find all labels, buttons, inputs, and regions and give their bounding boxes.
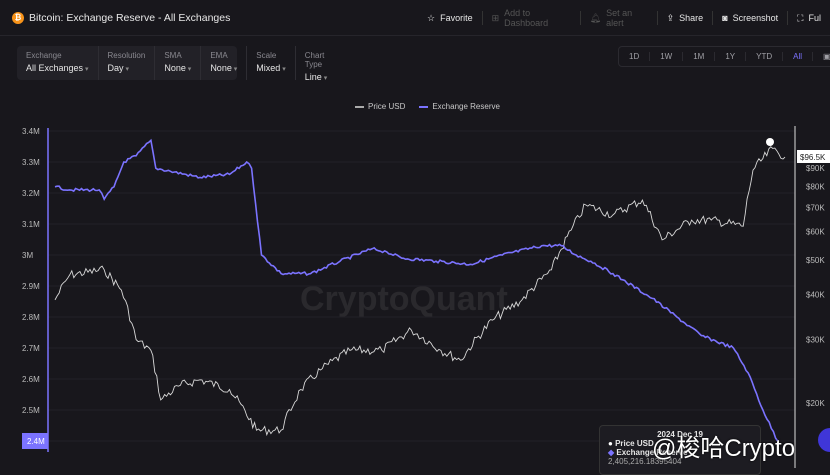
left-axis-tick: 2.9M (22, 282, 40, 291)
right-axis-tick: $70K (806, 203, 825, 212)
right-axis-tick: $60K (806, 227, 825, 236)
price-line (54, 146, 786, 437)
right-axis-tick: $20K (806, 399, 825, 408)
left-axis-tick: 3.3M (22, 158, 40, 167)
right-axis-tick: $80K (806, 182, 825, 191)
price-peak-marker (766, 138, 774, 146)
current-price-label: $96.5K (800, 153, 826, 162)
right-axis-tick: $40K (806, 291, 825, 300)
left-axis-tick: 3.2M (22, 189, 40, 198)
left-axis-tick: 3M (22, 251, 33, 260)
right-axis-tick: $50K (806, 256, 825, 265)
left-axis-tick: 3.4M (22, 127, 40, 136)
right-axis-tick: $30K (806, 336, 825, 345)
left-axis-tick: 3.1M (22, 220, 40, 229)
chart[interactable]: 3.4M 3.3M 3.2M 3.1M 3M 2.9M 2.8M 2.7M 2.6M 2.5M 2.… (0, 0, 830, 468)
left-axis-tick: 2.6M (22, 375, 40, 384)
left-axis-tick: 2.7M (22, 344, 40, 353)
overlay-watermark: @梭哈Crypto (652, 435, 796, 462)
right-axis-tick: $90K (806, 164, 825, 173)
left-axis-tick: 2.5M (22, 406, 40, 415)
left-axis-tick: 2.8M (22, 313, 40, 322)
tooltip-price-label: Price USD (615, 439, 654, 448)
current-reserve-label: 2.4M (27, 437, 45, 446)
reserve-marker (818, 428, 830, 452)
